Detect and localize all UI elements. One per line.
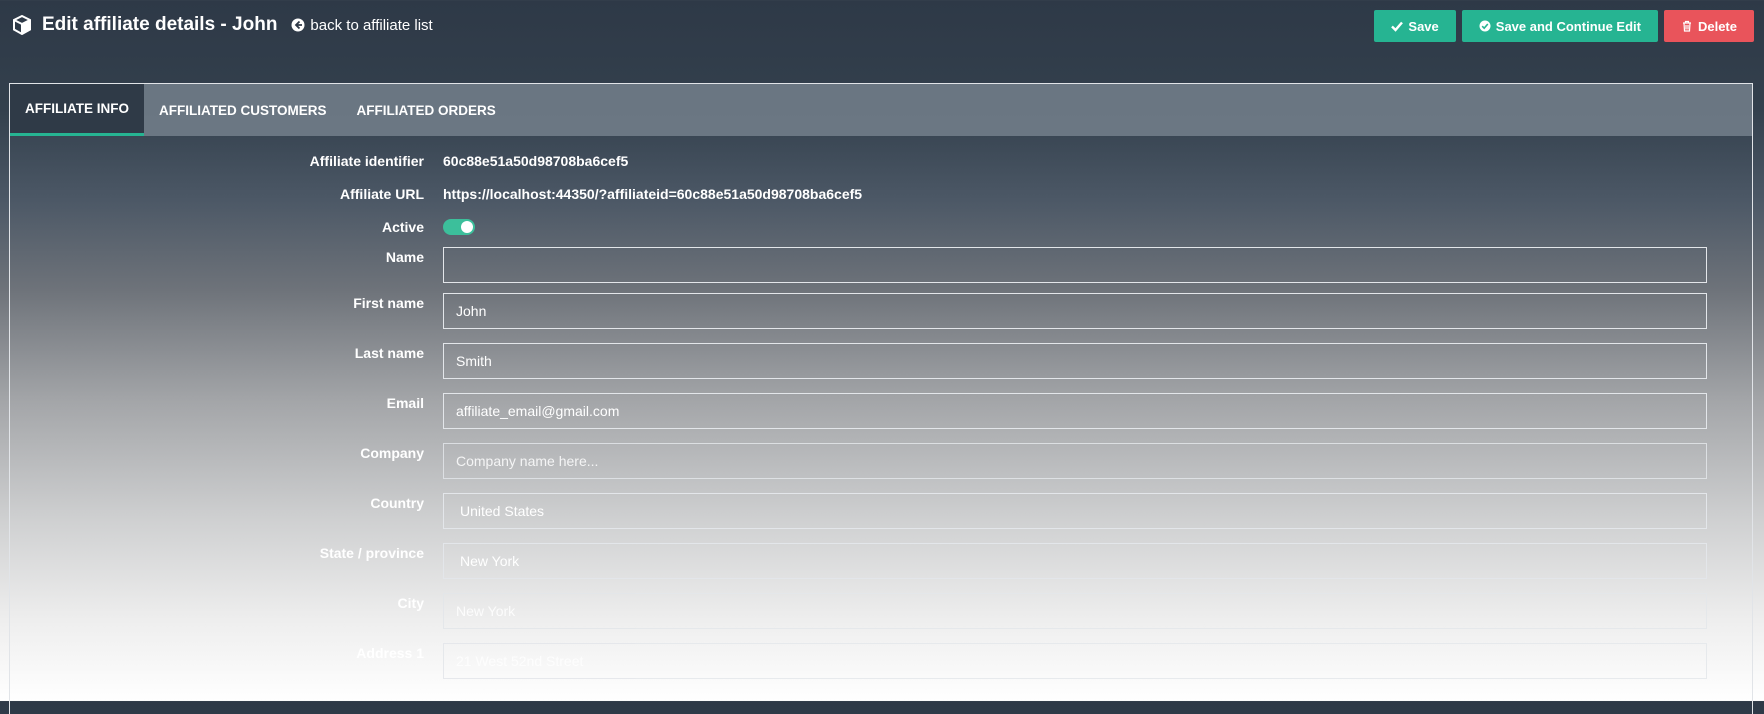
last-name-input[interactable]: Smith <box>443 343 1707 379</box>
last-name-row: Last name Smith <box>10 343 1752 393</box>
tab-affiliate-info[interactable]: AFFILIATE INFO <box>10 84 144 136</box>
identifier-value: 60c88e51a50d98708ba6cef5 <box>443 153 629 169</box>
country-row: Country United States <box>10 493 1752 543</box>
state-row: State / province New York <box>10 543 1752 593</box>
top-bar: Edit affiliate details - John back to af… <box>0 0 1764 60</box>
arrow-left-circle-icon <box>291 18 305 32</box>
action-buttons: Save Save and Continue Edit Delete <box>1374 10 1754 42</box>
country-select[interactable]: United States <box>443 493 1707 529</box>
identifier-row: Affiliate identifier 60c88e51a50d98708ba… <box>10 153 1752 186</box>
back-to-list-link[interactable]: back to affiliate list <box>291 16 433 34</box>
city-label: City <box>397 595 424 611</box>
active-label: Active <box>381 219 424 235</box>
address1-label: Address 1 <box>356 645 424 661</box>
back-link-label: back to affiliate list <box>310 16 433 34</box>
toggle-knob <box>461 221 473 233</box>
url-row: Affiliate URL https://localhost:44350/?a… <box>10 186 1752 219</box>
tab-affiliated-customers[interactable]: AFFILIATED CUSTOMERS <box>144 84 342 136</box>
company-label: Company <box>360 445 424 461</box>
check-icon <box>1391 21 1404 32</box>
cube-icon <box>13 15 31 35</box>
email-row: Email affiliate_email@gmail.com <box>10 393 1752 443</box>
state-label: State / province <box>319 545 424 561</box>
url-value: https://localhost:44350/?affiliateid=60c… <box>443 186 863 202</box>
active-toggle[interactable] <box>443 219 475 235</box>
affiliate-panel: AFFILIATE INFO AFFILIATED CUSTOMERS AFFI… <box>9 83 1753 714</box>
affiliate-form: Affiliate identifier 60c88e51a50d98708ba… <box>10 136 1752 693</box>
tab-bar: AFFILIATE INFO AFFILIATED CUSTOMERS AFFI… <box>10 84 1752 136</box>
identifier-label: Affiliate identifier <box>309 153 424 169</box>
city-row: City New York <box>10 593 1752 643</box>
last-name-label: Last name <box>354 345 424 361</box>
name-label: Name <box>385 249 424 265</box>
page-title: Edit affiliate details - John <box>42 14 278 35</box>
title-area: Edit affiliate details - John back to af… <box>12 14 433 36</box>
country-label: Country <box>370 495 424 511</box>
delete-button-label: Delete <box>1697 18 1737 34</box>
state-select[interactable]: New York <box>443 543 1707 579</box>
company-row: Company Company name here... <box>10 443 1752 493</box>
first-name-input[interactable]: John <box>443 293 1707 329</box>
active-row: Active <box>10 219 1752 247</box>
email-input[interactable]: affiliate_email@gmail.com <box>443 393 1707 429</box>
save-continue-label: Save and Continue Edit <box>1495 18 1641 34</box>
city-input[interactable]: New York <box>443 593 1707 629</box>
name-input[interactable] <box>443 247 1707 283</box>
company-input[interactable]: Company name here... <box>443 443 1707 479</box>
email-label: Email <box>386 395 424 411</box>
address1-row: Address 1 21 West 52nd Street <box>10 643 1752 693</box>
delete-button[interactable]: Delete <box>1663 10 1754 42</box>
name-row: Name <box>10 247 1752 293</box>
first-name-label: First name <box>353 295 424 311</box>
save-button-label: Save <box>1408 18 1439 34</box>
save-continue-button[interactable]: Save and Continue Edit <box>1461 10 1658 42</box>
save-button[interactable]: Save <box>1374 10 1456 42</box>
address1-input[interactable]: 21 West 52nd Street <box>443 643 1707 679</box>
check-circle-icon <box>1479 20 1491 32</box>
url-label: Affiliate URL <box>340 186 424 202</box>
first-name-row: First name John <box>10 293 1752 343</box>
trash-icon <box>1682 20 1691 32</box>
tab-affiliated-orders[interactable]: AFFILIATED ORDERS <box>342 84 511 136</box>
